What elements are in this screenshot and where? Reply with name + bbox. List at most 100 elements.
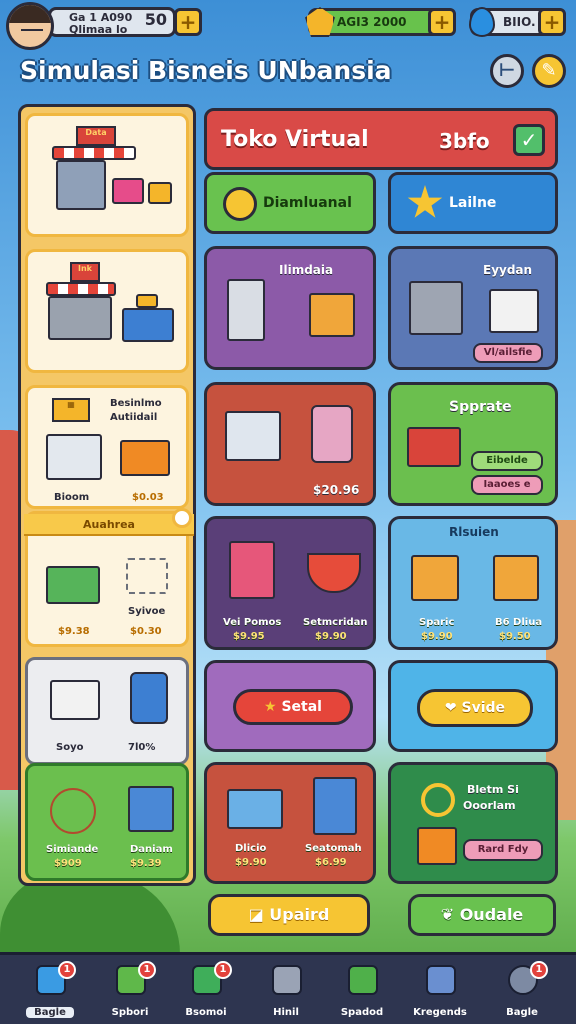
- box-icon: [426, 965, 456, 995]
- nav-label: Spbori: [111, 1007, 149, 1018]
- supplies-icon: [489, 289, 539, 333]
- upgrade-label: Upaird: [269, 905, 330, 924]
- oudale-label: Oudale: [459, 905, 524, 924]
- cooler-icon: [225, 411, 281, 461]
- nav-item-home[interactable]: 1 Bagle: [14, 961, 86, 1023]
- shop-item-card[interactable]: Data: [25, 113, 189, 237]
- tools-icon: [272, 965, 302, 995]
- item-price: $9.95: [233, 631, 265, 642]
- item-banner: Auahrea: [24, 514, 194, 536]
- category-price: $20.96: [313, 483, 360, 497]
- add-coins-button[interactable]: +: [428, 8, 456, 36]
- bowl-icon: [307, 553, 361, 593]
- info-button[interactable]: ⊢: [490, 54, 524, 88]
- item-price: $909: [54, 858, 82, 869]
- oudale-button[interactable]: ❦ Oudale: [408, 894, 556, 936]
- item-label: Bioom: [54, 492, 90, 503]
- diamond-value: BIIO.: [503, 15, 536, 29]
- upgrade-button[interactable]: ◪ Upaird: [208, 894, 370, 936]
- edit-button[interactable]: ✎: [532, 54, 566, 88]
- tag-icon: ◪: [248, 905, 270, 924]
- setal-button[interactable]: ★ Setal: [233, 689, 353, 725]
- shop-item-card[interactable]: Auahrea Syivoe $9.38 $0.30: [24, 508, 194, 647]
- cash-register-icon: [46, 566, 100, 604]
- map-icon: [229, 541, 275, 599]
- item-label: Setmcridan: [303, 617, 368, 628]
- category-card[interactable]: Dlicio $9.90 Seatomah $6.99: [204, 762, 376, 884]
- leaf-icon: ❦: [440, 905, 460, 924]
- player-info[interactable]: Ga 1 A090 Qlimaa lo 50: [48, 7, 176, 37]
- item-title: Besinlmo: [110, 398, 162, 409]
- avatar[interactable]: [6, 2, 54, 50]
- tablet-icon: [130, 672, 168, 724]
- package-icon: [128, 786, 174, 832]
- category-card[interactable]: $20.96: [204, 382, 376, 506]
- diamond-tab-button[interactable]: Diamluanal: [204, 172, 376, 234]
- category-pill[interactable]: Iaaoes e: [471, 475, 543, 495]
- storefront-icon: [409, 281, 463, 335]
- item-label: B6 Dliua: [495, 617, 543, 628]
- item-label: 7l0%: [128, 742, 156, 753]
- setal-label: Setal: [281, 699, 322, 715]
- check-icon[interactable]: ✓: [513, 124, 545, 156]
- category-pill[interactable]: Eibelde: [471, 451, 543, 471]
- left-shop-panel: Data Ink Besinlmo Autiidail ▦ Bioom $0.0…: [18, 104, 196, 886]
- nav-label: Bagle: [26, 1007, 74, 1018]
- top-bar: Ga 1 A090 Qlimaa lo 50 + AGI3 2000 + BII…: [0, 0, 576, 50]
- item-price: $9.90: [235, 857, 267, 868]
- add-profile-button[interactable]: +: [174, 8, 202, 36]
- category-subtitle: Ooorlam: [463, 799, 516, 812]
- category-card[interactable]: Ilimdaia: [204, 246, 376, 370]
- item-label: Dlicio: [235, 843, 267, 854]
- nav-label: Bsomoi: [185, 1007, 227, 1018]
- category-title: Spprate: [449, 399, 512, 415]
- diamond-tab-label: Diamluanal: [263, 195, 352, 211]
- category-title: Ilimdaia: [279, 263, 334, 277]
- heart-icon: ❤: [444, 700, 462, 716]
- star-icon: ★: [264, 699, 282, 715]
- svide-label: Svide: [461, 700, 506, 716]
- shop-item-card[interactable]: Besinlmo Autiidail ▦ Bioom $0.03: [25, 385, 189, 509]
- item-subtitle: Autiidail: [110, 412, 158, 423]
- category-pill[interactable]: Rard Fdy: [463, 839, 543, 861]
- notification-badge: 1: [530, 961, 548, 979]
- basket-icon: [407, 427, 461, 467]
- nav-item-spbori[interactable]: 1 Spbori: [94, 961, 166, 1023]
- nav-item-hinil[interactable]: Hinil: [250, 961, 322, 1023]
- crate-icon: [309, 293, 355, 337]
- shop-item-card[interactable]: Simiande $909 Daniam $9.39: [25, 763, 189, 881]
- shop-item-card[interactable]: Ink: [25, 249, 189, 373]
- lailne-tab-button[interactable]: Lailne: [388, 172, 558, 234]
- category-card[interactable]: Spprate Eibelde Iaaoes e: [388, 382, 558, 506]
- nav-item-kregends[interactable]: Kregends: [404, 961, 476, 1023]
- item-label: Syivoe: [128, 606, 166, 617]
- item-price: $9.90: [421, 631, 453, 642]
- nav-item-spadod[interactable]: Spadod: [326, 961, 398, 1023]
- add-diamonds-button[interactable]: +: [538, 8, 566, 36]
- category-pill[interactable]: Vl/ailsfie: [473, 343, 543, 363]
- item-price: $9.38: [58, 626, 90, 637]
- nav-item-bsomoi[interactable]: 1 Bsomoi: [170, 961, 242, 1023]
- category-card[interactable]: Vei Pomos $9.95 Setmcridan $9.90: [204, 516, 376, 650]
- nav-label: Kregends: [413, 1007, 467, 1018]
- lailne-tab-label: Lailne: [449, 195, 497, 211]
- shop-item-card[interactable]: Soyo 7l0%: [25, 657, 189, 765]
- category-card[interactable]: Bletm Si Ooorlam Rard Fdy: [388, 762, 558, 884]
- star-icon: [407, 185, 443, 218]
- notification-badge: 1: [58, 961, 76, 979]
- toko-virtual-banner[interactable]: Toko Virtual 3bfo ✓: [204, 108, 558, 170]
- bottom-nav: 1 Bagle 1 Spbori 1 Bsomoi Hinil Spadod K…: [0, 952, 576, 1024]
- category-title: Rlsuien: [449, 525, 499, 539]
- item-label: Simiande: [46, 844, 99, 855]
- coin-value: AGI3 2000: [337, 15, 407, 29]
- box-icon: [493, 555, 539, 601]
- category-card[interactable]: Eyydan Vl/ailsfie: [388, 246, 558, 370]
- printer-icon: [50, 680, 100, 720]
- category-card[interactable]: Rlsuien Sparic $9.90 B6 Dliua $9.50: [388, 516, 558, 650]
- nav-item-settings[interactable]: 1 Bagle: [486, 961, 558, 1023]
- item-label: Daniam: [130, 844, 173, 855]
- item-price: $9.39: [130, 858, 162, 869]
- svide-button[interactable]: ❤ Svide: [417, 689, 533, 727]
- item-label: Sparic: [419, 617, 455, 628]
- tablet-icon: [311, 405, 353, 463]
